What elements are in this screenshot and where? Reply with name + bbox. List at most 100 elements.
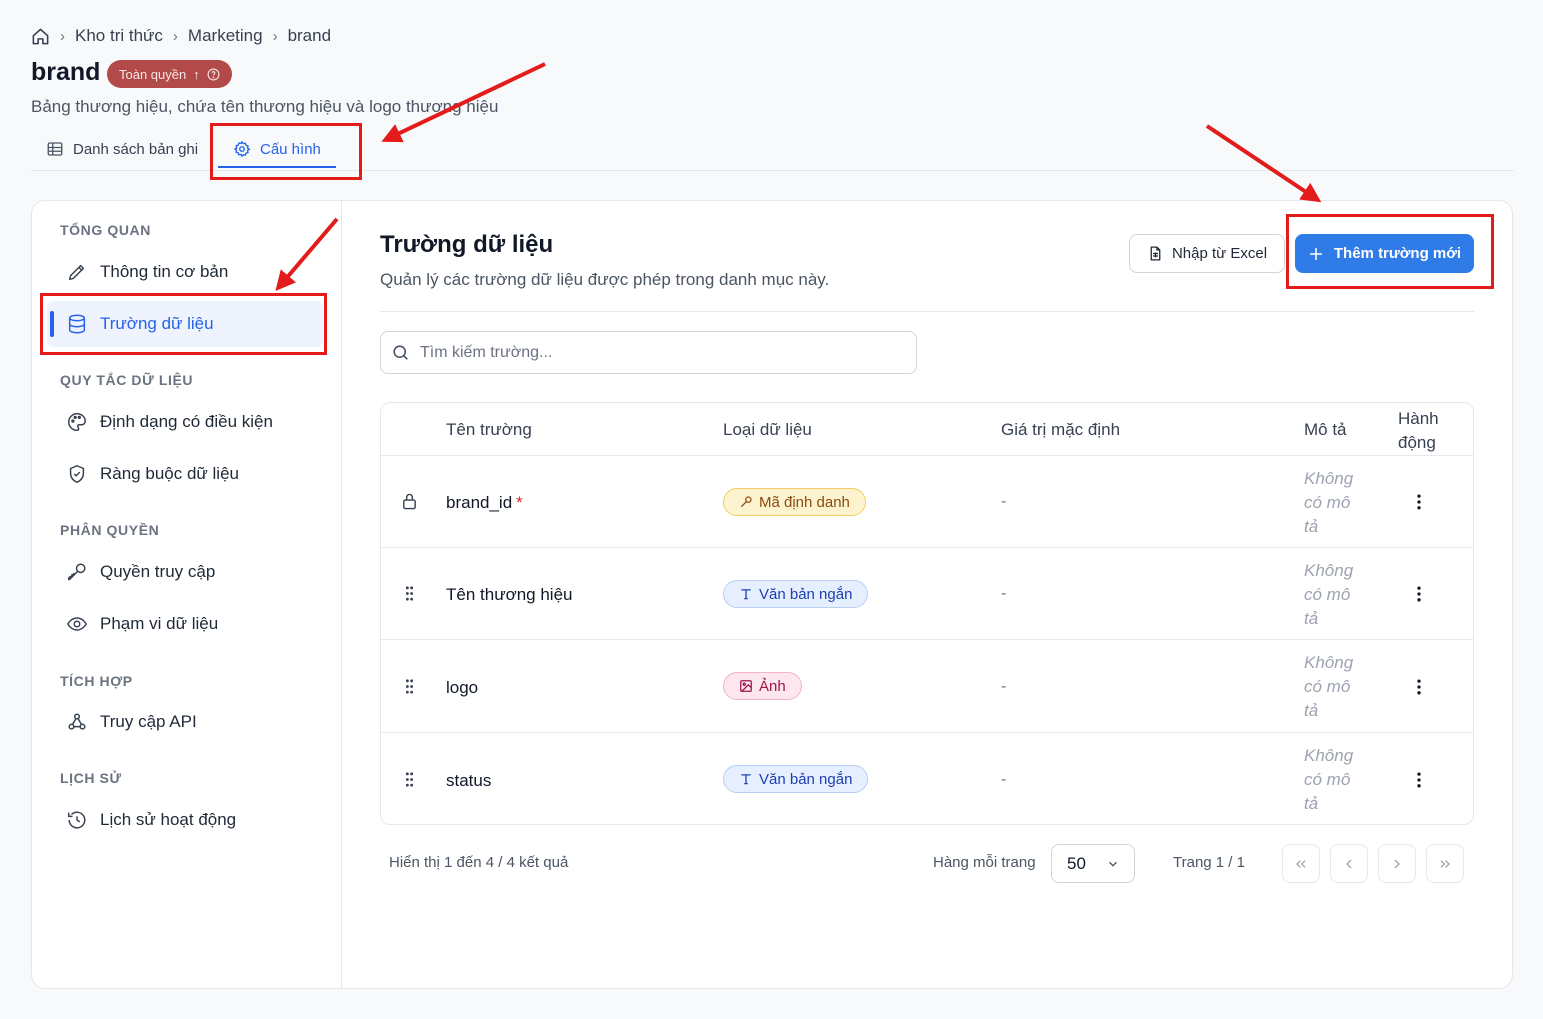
drag-handle-icon[interactable] xyxy=(401,584,418,603)
chevron-left-icon xyxy=(1341,856,1357,872)
breadcrumb-item-current: brand xyxy=(287,26,332,45)
default-value: - xyxy=(1001,678,1007,695)
annotation-highlight-box xyxy=(210,123,362,180)
field-name: brand_id * xyxy=(446,493,523,513)
type-badge: Văn bản ngắn xyxy=(723,580,869,608)
tab-label: Danh sách bản ghi xyxy=(73,140,199,158)
import-excel-button[interactable]: Nhập từ Excel xyxy=(1129,234,1285,273)
sidebar-heading: PHÂN QUYỀN xyxy=(60,522,160,538)
type-badge-label: Văn bản ngắn xyxy=(759,770,853,788)
column-header-name: Tên trường xyxy=(446,420,532,439)
chevrons-left-icon xyxy=(1293,856,1309,872)
field-description: Không có mô tả xyxy=(1304,746,1354,813)
field-name: status xyxy=(446,771,492,790)
rows-per-page-select[interactable]: 50 xyxy=(1051,844,1135,883)
table-row[interactable]: status Văn bản ngắn - Không có mô tả xyxy=(381,732,1473,824)
table-row[interactable]: brand_id * Mã định danh - Không có mô tả xyxy=(381,455,1473,547)
webhook-icon xyxy=(66,711,88,733)
page-subtitle: Bảng thương hiệu, chứa tên thương hiệu v… xyxy=(31,97,499,116)
type-badge-label: Văn bản ngắn xyxy=(759,585,853,603)
section-title: Trường dữ liệu xyxy=(380,231,554,258)
rows-per-page-value: 50 xyxy=(1067,853,1086,873)
sidebar-item-label: Thông tin cơ bản xyxy=(100,262,229,281)
table-icon xyxy=(46,140,64,158)
file-spreadsheet-icon xyxy=(1147,245,1164,262)
chevron-right-icon: › xyxy=(60,27,65,45)
help-circle-icon[interactable] xyxy=(207,68,220,81)
field-description: Không có mô tả xyxy=(1304,653,1354,720)
drag-handle-icon[interactable] xyxy=(401,770,418,789)
sidebar-item-label: Quyền truy cập xyxy=(100,562,216,581)
column-header-default: Giá trị mặc định xyxy=(1001,420,1121,439)
type-badge: Mã định danh xyxy=(723,488,866,516)
default-value: - xyxy=(1001,771,1007,788)
history-icon xyxy=(66,809,88,831)
home-icon[interactable] xyxy=(31,27,50,46)
column-header-actions: Hành động xyxy=(1398,409,1439,452)
lock-icon xyxy=(401,492,418,511)
chevron-right-icon xyxy=(1389,856,1405,872)
annotation-highlight-box xyxy=(1286,214,1494,289)
field-name: Tên thương hiệu xyxy=(446,585,573,604)
fields-table: Tên trường Loại dữ liệu Giá trị mặc định… xyxy=(380,402,1474,825)
tab-record-list[interactable]: Danh sách bản ghi xyxy=(46,128,198,170)
sidebar-item-data-scope[interactable]: Phạm vi dữ liệu xyxy=(47,601,323,647)
image-icon xyxy=(739,679,753,693)
sidebar-item-conditional-format[interactable]: Định dạng có điều kiện xyxy=(47,399,323,445)
sidebar-item-label: Phạm vi dữ liệu xyxy=(100,614,219,633)
arrow-up-icon: ↑ xyxy=(193,66,200,82)
chevron-right-icon: › xyxy=(272,27,278,45)
table-row[interactable]: Tên thương hiệu Văn bản ngắn - Không có … xyxy=(381,547,1473,639)
breadcrumb-item[interactable]: Marketing xyxy=(188,26,263,46)
next-page-button[interactable] xyxy=(1378,844,1416,883)
palette-icon xyxy=(66,411,88,433)
field-description: Không có mô tả xyxy=(1304,469,1354,536)
field-name-text: brand_id xyxy=(446,493,513,512)
more-vertical-icon[interactable] xyxy=(1409,584,1429,604)
drag-handle-icon[interactable] xyxy=(401,677,418,696)
chevrons-right-icon xyxy=(1437,856,1453,872)
type-badge-label: Mã định danh xyxy=(759,493,850,511)
more-vertical-icon[interactable] xyxy=(1409,677,1429,697)
shield-check-icon xyxy=(66,463,88,485)
table-row[interactable]: logo Ảnh - Không có mô tả xyxy=(381,639,1473,732)
column-header-type: Loại dữ liệu xyxy=(723,420,812,439)
sidebar-item-basic-info[interactable]: Thông tin cơ bản xyxy=(47,249,323,295)
default-value: - xyxy=(1001,493,1007,510)
page-indicator: Trang 1 / 1 xyxy=(1173,854,1245,871)
sidebar-item-access-rights[interactable]: Quyền truy cập xyxy=(47,549,323,595)
chevron-right-icon: › xyxy=(172,27,178,45)
type-badge: Ảnh xyxy=(723,672,802,700)
sidebar-item-data-constraints[interactable]: Ràng buộc dữ liệu xyxy=(47,451,323,497)
breadcrumb: › Kho tri thức › Marketing › brand xyxy=(31,25,331,47)
permission-badge[interactable]: Toàn quyền ↑ xyxy=(107,60,232,88)
more-vertical-icon[interactable] xyxy=(1409,770,1429,790)
sidebar-heading: TỔNG QUAN xyxy=(60,222,151,238)
results-info: Hiển thị 1 đến 4 / 4 kết quả xyxy=(389,854,569,871)
page-title: brand xyxy=(31,58,101,86)
last-page-button[interactable] xyxy=(1426,844,1464,883)
chevron-down-icon xyxy=(1106,857,1120,871)
annotation-highlight-box xyxy=(40,293,327,355)
divider xyxy=(380,311,1474,312)
sidebar-heading: QUY TẮC DỮ LIỆU xyxy=(60,372,194,388)
breadcrumb-item[interactable]: Kho tri thức xyxy=(75,26,163,46)
sidebar-item-api-access[interactable]: Truy cập API xyxy=(47,699,323,745)
pencil-icon xyxy=(66,261,88,283)
sidebar-item-label: Ràng buộc dữ liệu xyxy=(100,464,239,483)
first-page-button[interactable] xyxy=(1282,844,1320,883)
field-name: logo xyxy=(446,678,479,697)
search-icon xyxy=(391,343,410,362)
sidebar-item-activity-history[interactable]: Lịch sử hoạt động xyxy=(47,797,323,843)
search-input[interactable] xyxy=(420,343,900,362)
sidebar-heading: LỊCH SỬ xyxy=(60,770,122,786)
more-vertical-icon[interactable] xyxy=(1409,492,1429,512)
key-icon xyxy=(66,561,88,583)
previous-page-button[interactable] xyxy=(1330,844,1368,883)
import-excel-label: Nhập từ Excel xyxy=(1171,245,1268,262)
rows-per-page-label: Hàng mỗi trang xyxy=(933,854,1036,871)
eye-icon xyxy=(66,613,88,635)
sidebar-item-label: Định dạng có điều kiện xyxy=(100,412,273,431)
sidebar-heading: TÍCH HỢP xyxy=(60,673,133,689)
sidebar-item-label: Truy cập API xyxy=(100,712,197,731)
